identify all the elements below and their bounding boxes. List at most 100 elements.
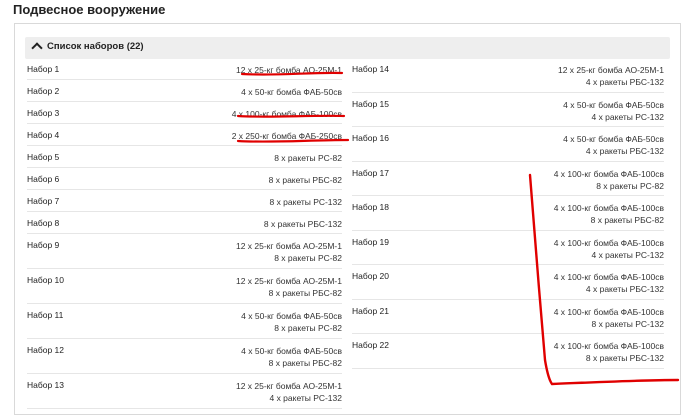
page-title: Подвесное вооружение bbox=[13, 2, 166, 17]
set-contents-line: 8 x ракеты РБС-82 bbox=[268, 175, 342, 185]
set-contents-line: 8 x ракеты РС-82 bbox=[274, 323, 342, 333]
set-row: Набор 12 4 x 50-кг бомба ФАБ-50св 8 x раке… bbox=[27, 339, 342, 374]
set-contents: 2 x 250-кг бомба ФАБ-250св bbox=[232, 130, 342, 142]
set-contents-line: 4 x 50-кг бомба ФАБ-50св bbox=[563, 134, 664, 144]
set-contents: 4 x 100-кг бомба ФАБ-100св 8 x ракеты РС-… bbox=[554, 306, 664, 330]
set-contents: 4 x 100-кг бомба ФАБ-100св 4 x ракеты РС-… bbox=[554, 237, 664, 261]
set-row: Набор 1 12 x 25-кг бомба АО-25М-1 bbox=[27, 58, 342, 80]
set-row: Набор 22 4 x 100-кг бомба ФАБ-100св 8 x ра… bbox=[352, 334, 664, 369]
set-contents-line: 8 x ракеты РС-82 bbox=[274, 253, 342, 263]
set-row: Набор 19 4 x 100-кг бомба ФАБ-100св 4 x ра… bbox=[352, 231, 664, 265]
right-sets-column: Набор 14 12 x 25-кг бомба АО-25М-1 4 x рак… bbox=[352, 58, 664, 369]
set-row: Набор 11 4 x 50-кг бомба ФАБ-50св 8 x раке… bbox=[27, 304, 342, 339]
chevron-up-icon[interactable] bbox=[31, 42, 43, 54]
set-label: Набор 17 bbox=[352, 167, 390, 178]
set-contents-line: 12 x 25-кг бомба АО-25М-1 bbox=[557, 65, 664, 75]
set-contents-line: 8 x ракеты РБС-82 bbox=[268, 358, 342, 368]
set-row: Набор 18 4 x 100-кг бомба ФАБ-100св 8 x ра… bbox=[352, 196, 664, 231]
set-contents-line: 8 x ракеты РС-82 bbox=[596, 180, 664, 191]
set-label: Набор 1 bbox=[27, 64, 60, 74]
set-label: Набор 11 bbox=[27, 310, 64, 320]
set-contents: 12 x 25-кг бомба АО-25М-1 bbox=[236, 64, 342, 76]
set-contents: 4 x 50-кг бомба ФАБ-50св 4 x ракеты РБС-1… bbox=[563, 133, 664, 157]
set-label: Набор 4 bbox=[27, 130, 60, 140]
set-contents: 4 x 50-кг бомба ФАБ-50св 8 x ракеты РБС-8… bbox=[241, 345, 342, 369]
set-contents-line: 8 x ракеты РС-82 bbox=[274, 153, 342, 163]
set-row: Набор 13 12 x 25-кг бомба АО-25М-1 4 x рак… bbox=[27, 374, 342, 409]
sets-list-header[interactable]: Список наборов (22) bbox=[25, 37, 670, 59]
set-contents: 8 x ракеты РБС-132 bbox=[264, 218, 342, 230]
set-contents: 8 x ракеты РБС-82 bbox=[269, 174, 342, 186]
set-row: Набор 5 8 x ракеты РС-82 bbox=[27, 146, 342, 168]
set-label: Набор 5 bbox=[27, 152, 60, 162]
set-row: Набор 7 8 x ракеты РС-132 bbox=[27, 190, 342, 212]
set-row: Набор 15 4 x 50-кг бомба ФАБ-50св 4 x раке… bbox=[352, 93, 664, 127]
set-contents: 12 x 25-кг бомба АО-25М-1 8 x ракеты РС-8… bbox=[236, 240, 342, 264]
set-row: Набор 3 4 x 100-кг бомба ФАБ-100св bbox=[27, 102, 342, 124]
set-contents: 12 x 25-кг бомба АО-25М-1 8 x ракеты РБС-… bbox=[236, 275, 342, 299]
sets-list-title: Список наборов (22) bbox=[47, 41, 144, 52]
set-row: Набор 6 8 x ракеты РБС-82 bbox=[27, 168, 342, 190]
set-contents-line: 12 x 25-кг бомба АО-25М-1 bbox=[235, 65, 342, 75]
set-label: Набор 19 bbox=[352, 236, 390, 247]
set-contents: 4 x 50-кг бомба ФАБ-50св bbox=[241, 86, 342, 98]
set-contents-line: 12 x 25-кг бомба АО-25М-1 bbox=[235, 381, 342, 391]
set-row: Набор 8 8 x ракеты РБС-132 bbox=[27, 212, 342, 234]
set-label: Набор 16 bbox=[352, 133, 390, 143]
set-contents-line: 4 x ракеты РС-132 bbox=[269, 393, 342, 403]
set-row: Набор 9 12 x 25-кг бомба АО-25М-1 8 x раке… bbox=[27, 234, 342, 269]
set-contents-line: 4 x 50-кг бомба ФАБ-50св bbox=[241, 346, 342, 356]
set-contents-line: 4 x 50-кг бомба ФАБ-50св bbox=[563, 99, 664, 110]
set-contents-line: 4 x 100-кг бомба ФАБ-100св bbox=[553, 203, 664, 213]
set-row: Набор 14 12 x 25-кг бомба АО-25М-1 4 x рак… bbox=[352, 58, 664, 93]
set-label: Набор 21 bbox=[352, 305, 390, 316]
set-label: Набор 20 bbox=[352, 271, 390, 281]
set-contents: 8 x ракеты РС-132 bbox=[269, 196, 342, 208]
set-label: Набор 2 bbox=[27, 86, 60, 96]
set-row: Набор 20 4 x 100-кг бомба ФАБ-100св 4 x ра… bbox=[352, 265, 664, 300]
set-contents-line: 12 x 25-кг бомба АО-25М-1 bbox=[235, 241, 342, 251]
set-contents-line: 8 x ракеты РС-132 bbox=[591, 318, 664, 329]
set-contents-line: 4 x ракеты РС-132 bbox=[591, 249, 664, 260]
set-contents: 12 x 25-кг бомба АО-25М-1 4 x ракеты РБС-… bbox=[558, 64, 664, 88]
set-row: Набор 16 4 x 50-кг бомба ФАБ-50св 4 x раке… bbox=[352, 127, 664, 162]
set-label: Набор 12 bbox=[27, 345, 65, 355]
set-contents-line: 4 x 100-кг бомба ФАБ-100св bbox=[231, 109, 342, 119]
set-label: Набор 10 bbox=[27, 275, 65, 285]
set-label: Набор 15 bbox=[352, 98, 390, 109]
set-row: Набор 10 12 x 25-кг бомба АО-25М-1 8 x рак… bbox=[27, 269, 342, 304]
set-contents-line: 4 x 100-кг бомба ФАБ-100св bbox=[553, 237, 664, 248]
set-contents-line: 8 x ракеты РБС-132 bbox=[585, 353, 664, 363]
set-label: Набор 14 bbox=[352, 64, 390, 74]
set-contents-line: 4 x 50-кг бомба ФАБ-50св bbox=[241, 87, 342, 97]
set-row: Набор 17 4 x 100-кг бомба ФАБ-100св 8 x ра… bbox=[352, 162, 664, 196]
set-contents: 4 x 100-кг бомба ФАБ-100св bbox=[232, 108, 342, 120]
set-contents-line: 4 x ракеты РБС-132 bbox=[585, 284, 664, 294]
set-label: Набор 7 bbox=[27, 196, 60, 206]
set-contents-line: 4 x ракеты РБС-132 bbox=[585, 77, 664, 87]
set-label: Набор 9 bbox=[27, 240, 60, 250]
set-contents-line: 2 x 250-кг бомба ФАБ-250св bbox=[231, 131, 342, 141]
set-row: Набор 4 2 x 250-кг бомба ФАБ-250св bbox=[27, 124, 342, 146]
set-contents-line: 8 x ракеты РБС-82 bbox=[268, 288, 342, 298]
set-contents-line: 8 x ракеты РС-132 bbox=[269, 197, 342, 207]
set-row: Набор 21 4 x 100-кг бомба ФАБ-100св 8 x ра… bbox=[352, 300, 664, 334]
set-contents-line: 4 x ракеты РБС-132 bbox=[585, 146, 664, 156]
set-contents-line: 4 x 50-кг бомба ФАБ-50св bbox=[241, 311, 342, 321]
set-contents: 4 x 100-кг бомба ФАБ-100св 8 x ракеты РС-… bbox=[554, 168, 664, 192]
set-contents: 4 x 50-кг бомба ФАБ-50св 4 x ракеты РС-13… bbox=[563, 99, 664, 123]
set-contents-line: 8 x ракеты РБС-132 bbox=[263, 219, 342, 229]
set-contents: 4 x 50-кг бомба ФАБ-50св 8 x ракеты РС-82 bbox=[241, 310, 342, 334]
set-contents-line: 4 x ракеты РС-132 bbox=[591, 111, 664, 122]
set-contents: 4 x 100-кг бомба ФАБ-100св 8 x ракеты РБС… bbox=[554, 340, 664, 364]
set-contents: 4 x 100-кг бомба ФАБ-100св 8 x ракеты РБС… bbox=[554, 202, 664, 226]
set-label: Набор 8 bbox=[27, 218, 60, 228]
set-contents: 8 x ракеты РС-82 bbox=[274, 152, 342, 164]
left-sets-column: Набор 1 12 x 25-кг бомба АО-25М-1 Набор 2 4… bbox=[27, 58, 342, 409]
set-label: Набор 22 bbox=[352, 340, 390, 350]
set-label: Набор 3 bbox=[27, 108, 60, 118]
set-contents-line: 12 x 25-кг бомба АО-25М-1 bbox=[235, 276, 342, 286]
set-contents-line: 4 x 100-кг бомба ФАБ-100св bbox=[553, 272, 664, 282]
set-contents-line: 4 x 100-кг бомба ФАБ-100св bbox=[553, 168, 664, 179]
set-label: Набор 6 bbox=[27, 174, 60, 184]
